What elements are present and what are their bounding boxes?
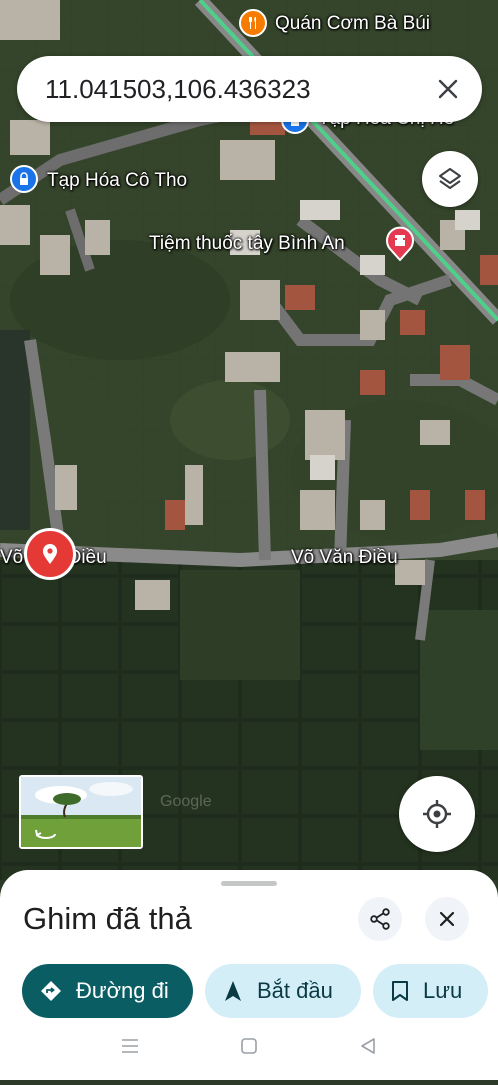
directions-icon xyxy=(41,981,61,1001)
streetview-icon xyxy=(35,829,56,839)
close-icon xyxy=(438,79,458,99)
place-title: Ghim đã thả xyxy=(23,901,192,936)
start-label: Bắt đầu xyxy=(257,978,333,1003)
menu-icon[interactable] xyxy=(120,1036,140,1056)
share-icon xyxy=(370,908,390,930)
search-input[interactable]: 11.041503,106.436323 xyxy=(45,74,420,105)
my-location-button[interactable] xyxy=(399,776,475,852)
poi-label-quan-com[interactable]: Quán Cơm Bà Búi xyxy=(275,13,430,35)
road-label-right: Võ Văn Điều xyxy=(291,547,398,568)
save-label: Lưu xyxy=(423,978,463,1003)
sheet-drag-handle[interactable] xyxy=(221,881,277,886)
system-navigation-bar xyxy=(0,1022,498,1080)
search-bar[interactable]: 11.041503,106.436323 xyxy=(17,56,482,122)
navigation-icon xyxy=(225,981,241,1001)
store-icon[interactable] xyxy=(10,165,38,193)
save-button[interactable]: Lưu xyxy=(373,964,488,1018)
my-location-icon xyxy=(423,800,451,828)
restaurant-icon[interactable] xyxy=(239,9,267,37)
layers-icon xyxy=(439,168,461,189)
share-button[interactable] xyxy=(358,897,402,941)
layers-button[interactable] xyxy=(422,151,478,207)
close-sheet-button[interactable] xyxy=(425,897,469,941)
poi-label-tiem-thuoc[interactable]: Tiệm thuốc tây Bình An xyxy=(149,233,345,255)
directions-button[interactable]: Đường đi xyxy=(22,964,193,1018)
google-watermark: Google xyxy=(160,793,212,810)
home-icon[interactable] xyxy=(239,1036,259,1056)
map-pin-icon[interactable] xyxy=(24,528,76,580)
poi-label-tap-hoa-co-tho[interactable]: Tạp Hóa Cô Tho xyxy=(47,170,187,192)
bookmark-icon xyxy=(392,981,408,1001)
back-icon[interactable] xyxy=(358,1036,378,1056)
streetview-thumbnail[interactable] xyxy=(19,775,143,849)
directions-label: Đường đi xyxy=(76,978,169,1003)
start-navigation-button[interactable]: Bắt đầu xyxy=(205,964,361,1018)
close-icon xyxy=(439,911,455,927)
pharmacy-icon[interactable] xyxy=(384,225,416,262)
close-search-button[interactable] xyxy=(420,61,476,117)
